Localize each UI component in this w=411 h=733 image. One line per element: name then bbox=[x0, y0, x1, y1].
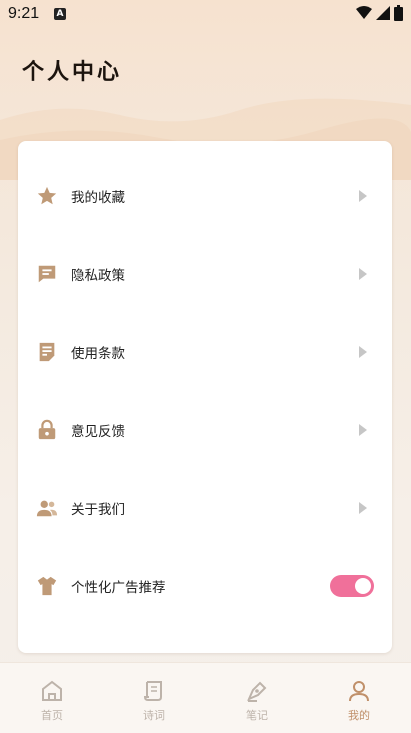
pen-icon bbox=[247, 681, 267, 702]
battery-icon bbox=[394, 5, 403, 21]
tab-label: 我的 bbox=[348, 709, 370, 722]
chevron-right-icon bbox=[359, 346, 367, 358]
tab-label: 首页 bbox=[41, 709, 63, 722]
wifi-icon bbox=[356, 6, 372, 19]
menu-item-label: 隐私政策 bbox=[71, 268, 125, 284]
chevron-right-icon bbox=[359, 190, 367, 202]
menu-item-favorites[interactable]: 我的收藏 bbox=[18, 171, 392, 221]
star-icon bbox=[37, 186, 57, 205]
tab-poems[interactable]: 诗词 bbox=[104, 663, 204, 733]
chat-icon bbox=[38, 265, 56, 283]
menu-item-feedback[interactable]: 意见反馈 bbox=[18, 405, 392, 455]
signal-icon bbox=[376, 6, 390, 20]
menu-item-terms[interactable]: 使用条款 bbox=[18, 327, 392, 377]
tab-label: 诗词 bbox=[143, 709, 165, 722]
menu-item-label: 个性化广告推荐 bbox=[71, 580, 166, 596]
status-icons bbox=[356, 5, 403, 21]
page-title: 个人中心 bbox=[22, 59, 123, 85]
status-bar: 9:21 A bbox=[0, 0, 411, 28]
chevron-right-icon bbox=[359, 424, 367, 436]
toggle-knob bbox=[355, 578, 371, 594]
scroll-icon bbox=[143, 681, 162, 701]
lock-icon bbox=[38, 419, 56, 440]
menu-item-label: 意见反馈 bbox=[71, 424, 125, 440]
bottom-tab-bar: 首页 诗词 笔记 我的 bbox=[0, 662, 411, 733]
status-time: 9:21 bbox=[8, 5, 40, 22]
shirt-icon bbox=[37, 576, 57, 596]
home-icon bbox=[42, 680, 62, 701]
chevron-right-icon bbox=[359, 268, 367, 280]
document-icon bbox=[39, 342, 55, 362]
tab-home[interactable]: 首页 bbox=[2, 663, 102, 733]
menu-card: 我的收藏 隐私政策 使用条款 意见反馈 关于我们 个性化广告推荐 bbox=[18, 141, 392, 653]
people-icon bbox=[36, 500, 58, 517]
tab-notes[interactable]: 笔记 bbox=[207, 663, 307, 733]
tab-mine[interactable]: 我的 bbox=[309, 663, 409, 733]
chevron-right-icon bbox=[359, 502, 367, 514]
menu-item-privacy[interactable]: 隐私政策 bbox=[18, 249, 392, 299]
menu-item-label: 我的收藏 bbox=[71, 190, 125, 206]
app-notification-icon: A bbox=[54, 8, 66, 20]
personalized-ads-toggle[interactable] bbox=[330, 575, 374, 597]
menu-item-label: 使用条款 bbox=[71, 346, 125, 362]
tab-label: 笔记 bbox=[246, 709, 268, 722]
user-icon bbox=[349, 681, 369, 702]
menu-item-label: 关于我们 bbox=[71, 502, 125, 518]
menu-item-personalized-ads: 个性化广告推荐 bbox=[18, 561, 392, 611]
menu-item-about[interactable]: 关于我们 bbox=[18, 483, 392, 533]
